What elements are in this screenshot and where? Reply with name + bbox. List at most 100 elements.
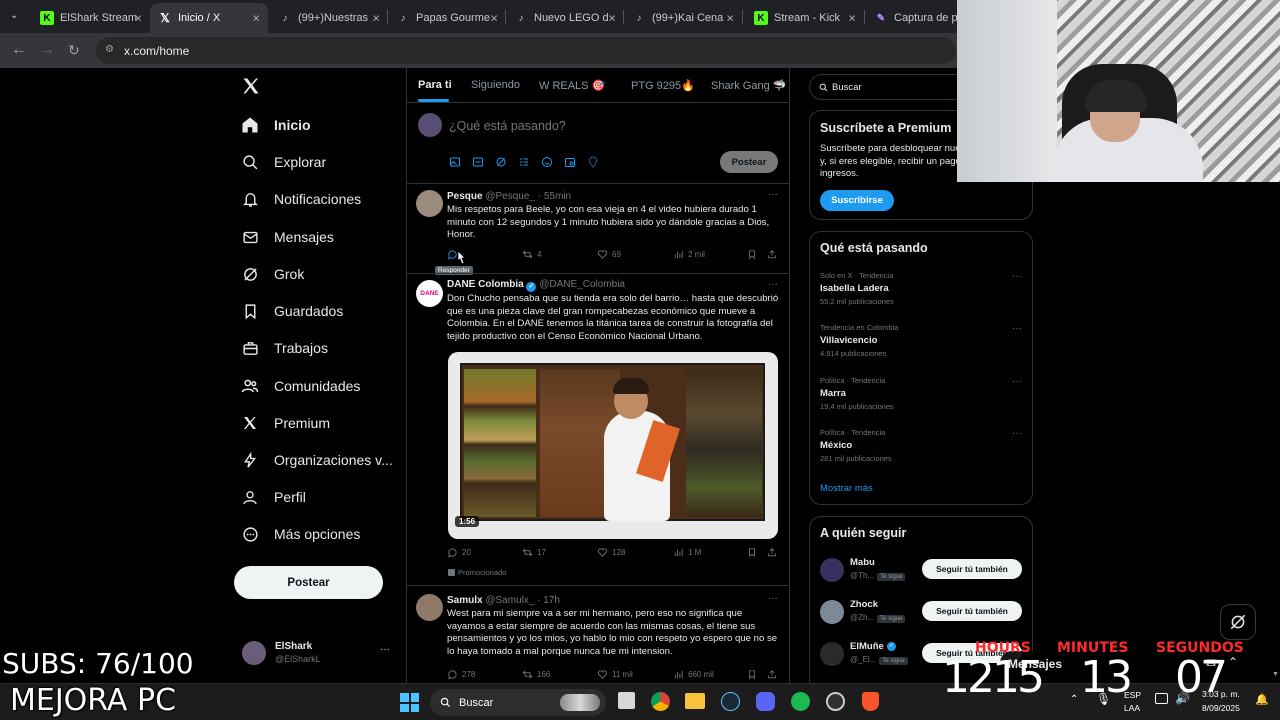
close-icon[interactable]: × <box>252 11 260 26</box>
trend-item[interactable]: Política · Tendencia México 281 mil publ… <box>810 423 1032 473</box>
tab-shark-gang[interactable]: Shark Gang 🦈 <box>711 79 786 92</box>
bookmark-icon[interactable] <box>747 547 761 558</box>
url-input[interactable]: ⚙ x.com/home <box>96 37 956 64</box>
video-player[interactable]: 1:56 <box>448 352 778 539</box>
retweet-button[interactable]: 166 <box>522 669 550 680</box>
tab-siguiendo[interactable]: Siguiendo <box>471 79 520 91</box>
composer-post-button[interactable]: Postear <box>720 151 778 173</box>
like-button[interactable]: 69 <box>597 249 621 260</box>
trend-item[interactable]: Política · Tendencia Marra 19,4 mil publ… <box>810 371 1032 421</box>
close-icon[interactable]: × <box>848 11 856 26</box>
bookmark-icon[interactable] <box>747 249 761 260</box>
sidebar-item-mas-opciones[interactable]: Más opciones <box>240 519 360 549</box>
close-icon[interactable]: × <box>726 11 734 26</box>
tab-tiktok-1[interactable]: ♪ (99+)Nuestras × <box>270 5 388 31</box>
sidebar-item-grok[interactable]: Grok <box>240 259 304 289</box>
tweet[interactable]: Pesque @Pesque_ · 55min ··· Mis respetos… <box>407 183 789 275</box>
notification-bell-icon[interactable]: 🔔 <box>1255 693 1269 706</box>
obs-icon[interactable] <box>826 692 845 711</box>
scroll-down-icon[interactable]: ▼ <box>1272 671 1279 678</box>
follow-button[interactable]: Seguir tú también <box>922 601 1022 621</box>
tab-stream-kick[interactable]: K Stream - Kick × <box>746 5 864 31</box>
gif-icon[interactable] <box>472 155 484 169</box>
task-view-icon[interactable] <box>618 692 635 709</box>
sidebar-item-inicio[interactable]: Inicio <box>240 110 311 140</box>
image-icon[interactable] <box>449 155 461 169</box>
more-icon[interactable]: ··· <box>768 189 778 200</box>
tab-para-ti[interactable]: Para ti <box>418 79 452 91</box>
retweet-button[interactable]: 17 <box>522 547 546 558</box>
sidebar-item-perfil[interactable]: Perfil <box>240 482 306 512</box>
tab-tiktok-3[interactable]: ♪ Nuevo LEGO d × <box>506 5 624 31</box>
like-button[interactable]: 11 mil <box>597 669 633 680</box>
close-icon[interactable]: × <box>490 11 498 26</box>
poll-icon[interactable] <box>518 155 530 169</box>
sidebar-item-guardados[interactable]: Guardados <box>240 296 343 326</box>
follow-button[interactable]: Seguir tú también <box>922 559 1022 579</box>
show-more-link[interactable]: Mostrar más <box>820 483 873 494</box>
spotify-icon[interactable] <box>791 692 810 711</box>
subscribe-button[interactable]: Suscribirse <box>820 190 894 211</box>
reply-button[interactable]: 20 <box>447 547 471 558</box>
schedule-icon[interactable] <box>564 155 576 169</box>
grok-icon[interactable] <box>495 155 507 169</box>
views-button[interactable]: 660 mil <box>673 669 714 680</box>
tab-elshark-stream[interactable]: K ElShark Stream × <box>32 5 150 31</box>
sidebar-item-notificaciones[interactable]: Notificaciones <box>240 184 361 214</box>
tweet-promoted[interactable]: DANE DANE Colombia ✓ @DANE_Colombia ··· … <box>407 273 789 585</box>
close-icon[interactable]: × <box>372 11 380 26</box>
x-logo-icon[interactable] <box>241 76 261 101</box>
share-icon[interactable] <box>767 547 781 558</box>
file-explorer-icon[interactable] <box>685 693 705 709</box>
back-arrow-icon[interactable]: ← <box>11 41 27 59</box>
tab-tiktok-2[interactable]: ♪ Papas Gourme × <box>388 5 506 31</box>
tab-captura[interactable]: ✎ Captura de pa <box>866 5 957 31</box>
windows-start-icon[interactable] <box>400 693 419 712</box>
chrome-icon[interactable] <box>651 692 670 711</box>
sidebar-item-premium[interactable]: Premium <box>240 408 330 438</box>
sidebar-item-mensajes[interactable]: Mensajes <box>240 222 334 252</box>
more-icon[interactable]: ··· <box>768 593 778 604</box>
more-icon[interactable]: ··· <box>1012 428 1022 439</box>
share-icon[interactable] <box>767 249 781 260</box>
brave-icon[interactable] <box>862 692 879 711</box>
sidebar-item-organizaciones[interactable]: Organizaciones v... <box>240 445 393 475</box>
more-icon[interactable]: ··· <box>1012 271 1022 282</box>
tab-list-chevron-icon[interactable]: ⌄ <box>10 10 18 21</box>
sidebar-item-explorar[interactable]: Explorar <box>240 147 326 177</box>
tab-tiktok-4[interactable]: ♪ (99+)Kai Cena × <box>624 5 742 31</box>
sidebar-item-comunidades[interactable]: Comunidades <box>240 371 360 401</box>
more-icon[interactable]: ··· <box>1012 323 1022 334</box>
close-icon[interactable]: × <box>134 11 142 26</box>
bookmark-icon[interactable] <box>747 669 761 680</box>
tab-inicio-x[interactable]: 𝕏 Inicio / X × <box>150 3 268 33</box>
chevron-up-icon[interactable]: ⌃ <box>1228 655 1238 669</box>
reload-icon[interactable]: ↻ <box>68 42 80 59</box>
reply-button[interactable]: 278 <box>447 669 475 680</box>
network-icon[interactable] <box>1155 693 1168 704</box>
tweet[interactable]: Samulx @Samulx_ · 17h ··· West para mi s… <box>407 585 789 683</box>
tab-w-reals[interactable]: W REALS 🎯 <box>539 79 605 92</box>
site-info-icon[interactable]: ⚙ <box>105 44 114 55</box>
forward-arrow-icon[interactable]: → <box>39 41 55 59</box>
more-icon[interactable]: ··· <box>1012 376 1022 387</box>
trend-item[interactable]: Tendencia en Colombia Villavicencio 4.91… <box>810 318 1032 368</box>
grok-float-button[interactable] <box>1220 604 1256 640</box>
trend-item[interactable]: Solo en X · Tendencia Isabella Ladera 55… <box>810 266 1032 316</box>
more-icon[interactable]: ··· <box>768 279 778 290</box>
close-icon[interactable]: × <box>608 11 616 26</box>
clock-date[interactable]: 8/09/2025 <box>1202 703 1240 713</box>
account-switcher[interactable]: ElShark @ElSharkL ··· <box>240 638 400 670</box>
discord-icon[interactable] <box>756 692 775 711</box>
sidebar-item-trabajos[interactable]: Trabajos <box>240 333 328 363</box>
follow-item[interactable]: Zhock @Zh... Te sigue Seguir tú también <box>810 595 1032 631</box>
taskbar-search[interactable]: Buscar <box>430 689 606 716</box>
tab-ptg[interactable]: PTG 9295🔥 <box>631 79 695 92</box>
steam-icon[interactable] <box>721 692 740 711</box>
like-button[interactable]: 128 <box>597 547 625 558</box>
location-icon[interactable] <box>587 155 599 169</box>
emoji-icon[interactable] <box>541 155 553 169</box>
views-button[interactable]: 1 M <box>673 547 701 558</box>
tray-chevron-icon[interactable]: ⌃ <box>1070 694 1078 705</box>
retweet-button[interactable]: 4 <box>522 249 541 260</box>
